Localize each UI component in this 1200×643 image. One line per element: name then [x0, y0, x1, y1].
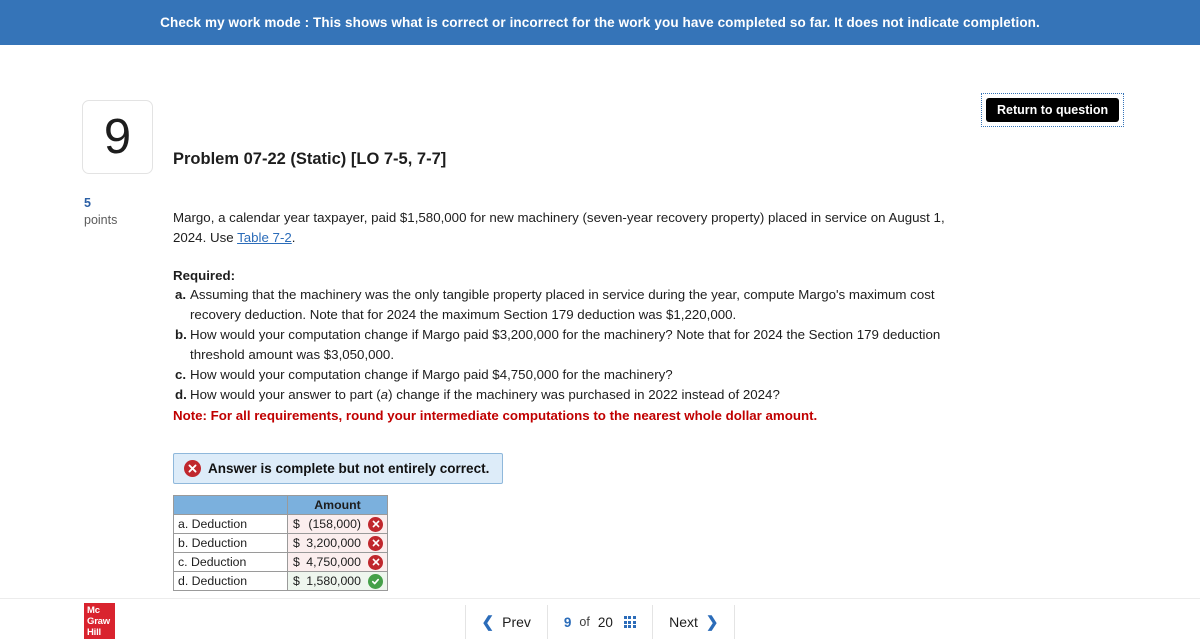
- circle-x-icon: [368, 554, 383, 570]
- required-heading: Required:: [173, 268, 236, 284]
- question-intro: Margo, a calendar year taxpayer, paid $1…: [173, 208, 948, 247]
- requirement-text: How would your computation change if Mar…: [190, 366, 673, 382]
- currency-symbol: $: [293, 555, 300, 570]
- table-header-row: Amount: [173, 495, 388, 516]
- points-label: points: [84, 212, 118, 227]
- question-content: Problem 07-22 (Static) [LO 7-5, 7-7] Mar…: [173, 45, 973, 592]
- points-value: 5: [84, 196, 91, 210]
- requirement-text-italic: a: [380, 387, 389, 403]
- grid-view-icon[interactable]: [623, 615, 637, 629]
- circle-x-icon: [368, 535, 383, 551]
- row-value-cell[interactable]: $ (158,000): [287, 514, 388, 535]
- check-my-work-banner: Check my work mode : This shows what is …: [0, 0, 1200, 45]
- table-row: d. Deduction $ 1,580,000: [173, 571, 388, 592]
- currency-symbol: $: [293, 574, 300, 589]
- requirement-marker: d.: [175, 387, 187, 403]
- amount-value: 3,200,000: [306, 536, 361, 551]
- row-label: c. Deduction: [173, 552, 288, 573]
- current-page-number: 9: [563, 614, 572, 630]
- requirements-list: a. Assuming that the machinery was the o…: [173, 285, 973, 404]
- question-number: 9: [103, 109, 132, 164]
- table-row: a. Deduction $ (158,000): [173, 514, 388, 535]
- prev-button[interactable]: ❮ Prev: [466, 605, 547, 639]
- column-header-blank: [173, 495, 288, 516]
- question-number-card: 9: [82, 100, 153, 174]
- chevron-right-icon: ❯: [705, 613, 719, 631]
- page-of-label: of: [579, 615, 590, 629]
- amount-value: 1,580,000: [306, 574, 361, 589]
- requirement-text: How would your computation change if Mar…: [190, 327, 941, 362]
- list-item: c. How would your computation change if …: [173, 365, 973, 384]
- requirement-text: How would your answer to part (a) change…: [190, 385, 955, 404]
- rounding-note: Note: For all requirements, round your i…: [173, 407, 818, 423]
- circle-check-icon: [368, 573, 383, 589]
- column-header-amount: Amount: [287, 495, 388, 516]
- row-value-cell[interactable]: $ 4,750,000: [287, 552, 388, 573]
- return-to-question-button[interactable]: Return to question: [986, 98, 1120, 122]
- row-label: d. Deduction: [173, 571, 288, 592]
- next-button[interactable]: Next ❯: [653, 605, 734, 639]
- requirement-marker: b.: [175, 327, 187, 343]
- question-page: Return to question 9 5 points Problem 07…: [0, 45, 1200, 598]
- return-to-question-focus-ring: Return to question: [981, 93, 1125, 127]
- answer-table: Amount a. Deduction $ (158,000) b. Deduc…: [173, 495, 388, 592]
- amount-value: 4,750,000: [306, 555, 361, 570]
- table-row: b. Deduction $ 3,200,000: [173, 533, 388, 554]
- list-item: b. How would your computation change if …: [173, 325, 973, 364]
- circle-x-icon: [368, 516, 383, 532]
- table-row: c. Deduction $ 4,750,000: [173, 552, 388, 573]
- prev-label: Prev: [502, 614, 531, 630]
- row-value-cell[interactable]: $ 1,580,000: [287, 571, 388, 592]
- requirement-marker: a.: [175, 287, 187, 303]
- answer-status-text: Answer is complete but not entirely corr…: [208, 461, 490, 477]
- row-label: a. Deduction: [173, 514, 288, 535]
- page-title: Problem 07-22 (Static) [LO 7-5, 7-7]: [173, 150, 447, 168]
- check-my-work-banner-text: Check my work mode : This shows what is …: [160, 15, 1040, 30]
- next-label: Next: [669, 614, 698, 630]
- requirement-marker: c.: [175, 366, 187, 382]
- nav-divider: [734, 605, 736, 639]
- circle-x-icon: [184, 460, 201, 478]
- question-intro-text-2: .: [291, 229, 296, 245]
- table-7-2-link[interactable]: Table 7-2: [237, 230, 292, 245]
- pagination-nav: ❮ Prev 9 of 20 Next ❯: [0, 605, 1200, 639]
- row-label: b. Deduction: [173, 533, 288, 554]
- amount-value: (158,000): [308, 517, 361, 532]
- requirement-text-after: ) change if the machinery was purchased …: [388, 387, 780, 403]
- page-indicator: 9 of 20: [548, 605, 652, 639]
- list-item: a. Assuming that the machinery was the o…: [173, 285, 973, 324]
- requirement-text: Assuming that the machinery was the only…: [190, 287, 935, 322]
- requirement-text-before: How would your answer to part (: [190, 387, 381, 403]
- answer-status-alert: Answer is complete but not entirely corr…: [173, 453, 504, 485]
- currency-symbol: $: [293, 517, 300, 532]
- chevron-left-icon: ❮: [481, 613, 495, 631]
- points-block: 5 points: [84, 195, 164, 229]
- row-value-cell[interactable]: $ 3,200,000: [287, 533, 388, 554]
- list-item: d. How would your answer to part (a) cha…: [173, 385, 973, 404]
- total-pages: 20: [597, 614, 613, 630]
- currency-symbol: $: [293, 536, 300, 551]
- footer: Mc Graw Hill ❮ Prev 9 of 20 Next ❯: [0, 598, 1200, 643]
